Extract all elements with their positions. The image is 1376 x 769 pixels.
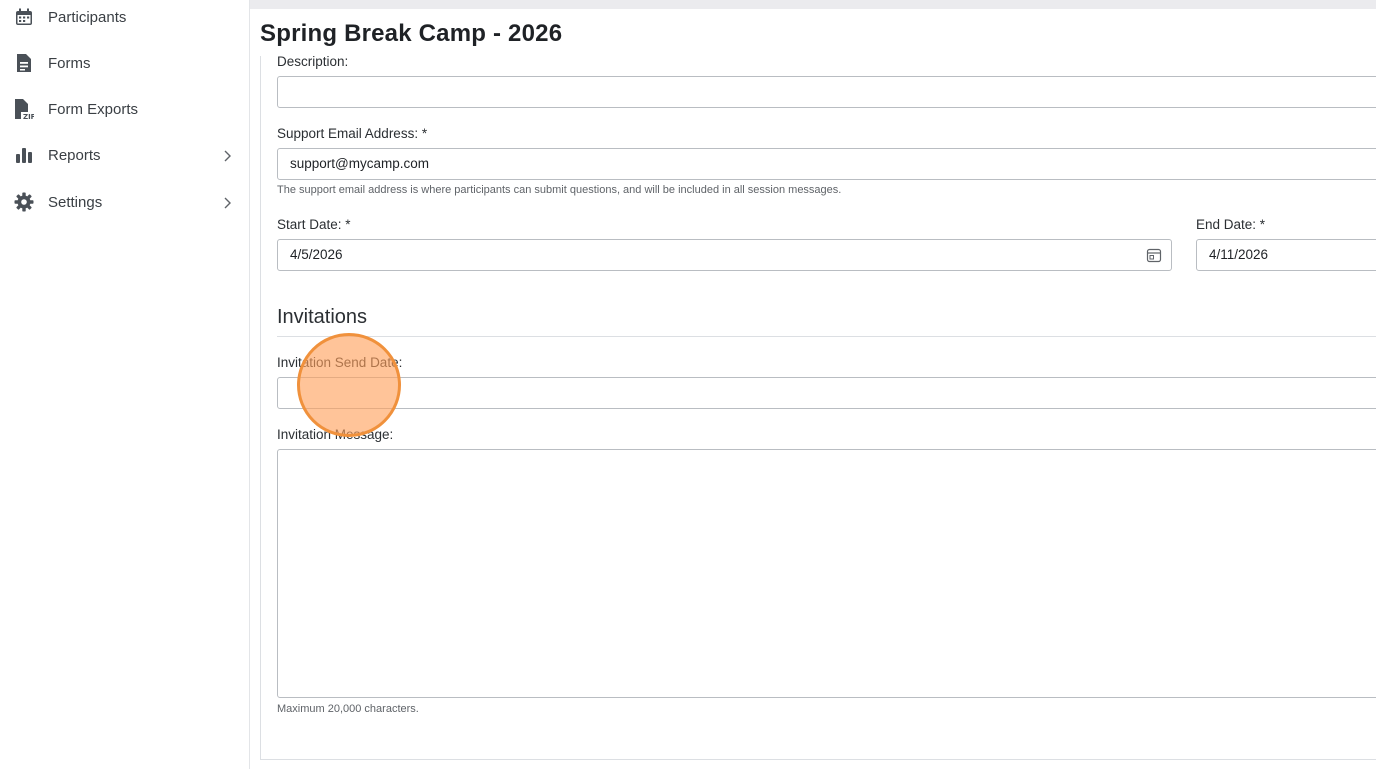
start-date-label: Start Date: * xyxy=(277,217,351,232)
description-input[interactable] xyxy=(277,76,1376,108)
invitation-message-label: Invitation Message: xyxy=(277,427,394,442)
start-date-input[interactable]: 4/5/2026 xyxy=(277,239,1172,271)
invitations-heading: Invitations xyxy=(277,306,368,328)
gear-icon xyxy=(14,192,34,212)
svg-text:ZIP: ZIP xyxy=(23,113,34,120)
section-divider xyxy=(277,336,1376,337)
invitation-message-textarea[interactable] xyxy=(277,449,1376,698)
description-label: Description: xyxy=(277,54,349,69)
page-title: Spring Break Camp - 2026 xyxy=(260,20,563,47)
calendar-icon xyxy=(14,7,34,27)
calendar-picker-icon[interactable] xyxy=(1146,247,1162,263)
document-icon xyxy=(14,53,34,73)
support-email-help: The support email address is where parti… xyxy=(277,184,842,196)
top-bar xyxy=(250,0,1376,9)
sidebar-item-label: Reports xyxy=(48,146,101,164)
sidebar-item-forms[interactable]: Forms xyxy=(0,45,249,81)
zip-file-icon: ZIP xyxy=(14,99,34,120)
sidebar-item-form-exports[interactable]: ZIP Form Exports xyxy=(0,91,249,127)
sidebar-item-label: Forms xyxy=(48,54,91,72)
sidebar-item-participants[interactable]: Participants xyxy=(0,0,249,35)
sidebar-item-label: Form Exports xyxy=(48,100,139,118)
end-date-label: End Date: * xyxy=(1196,217,1266,232)
sidebar-item-label: Participants xyxy=(48,8,127,26)
sidebar-item-settings[interactable]: Settings xyxy=(0,184,249,220)
support-email-label: Support Email Address: * xyxy=(277,126,428,141)
chevron-right-icon xyxy=(222,149,234,162)
invitation-message-help: Maximum 20,000 characters. xyxy=(277,703,419,715)
invitation-send-date-label: Invitation Send Date: xyxy=(277,355,403,370)
support-email-input[interactable]: support@mycamp.com xyxy=(277,148,1376,180)
end-date-input[interactable]: 4/11/2026 xyxy=(1196,239,1376,271)
bar-chart-icon xyxy=(14,145,34,165)
sidebar: Participants Forms ZIP Form Exports Repo… xyxy=(0,0,250,769)
chevron-right-icon xyxy=(222,196,234,209)
sidebar-item-reports[interactable]: Reports xyxy=(0,137,249,173)
invitation-send-date-input[interactable] xyxy=(277,377,1376,409)
sidebar-item-label: Settings xyxy=(48,193,103,211)
